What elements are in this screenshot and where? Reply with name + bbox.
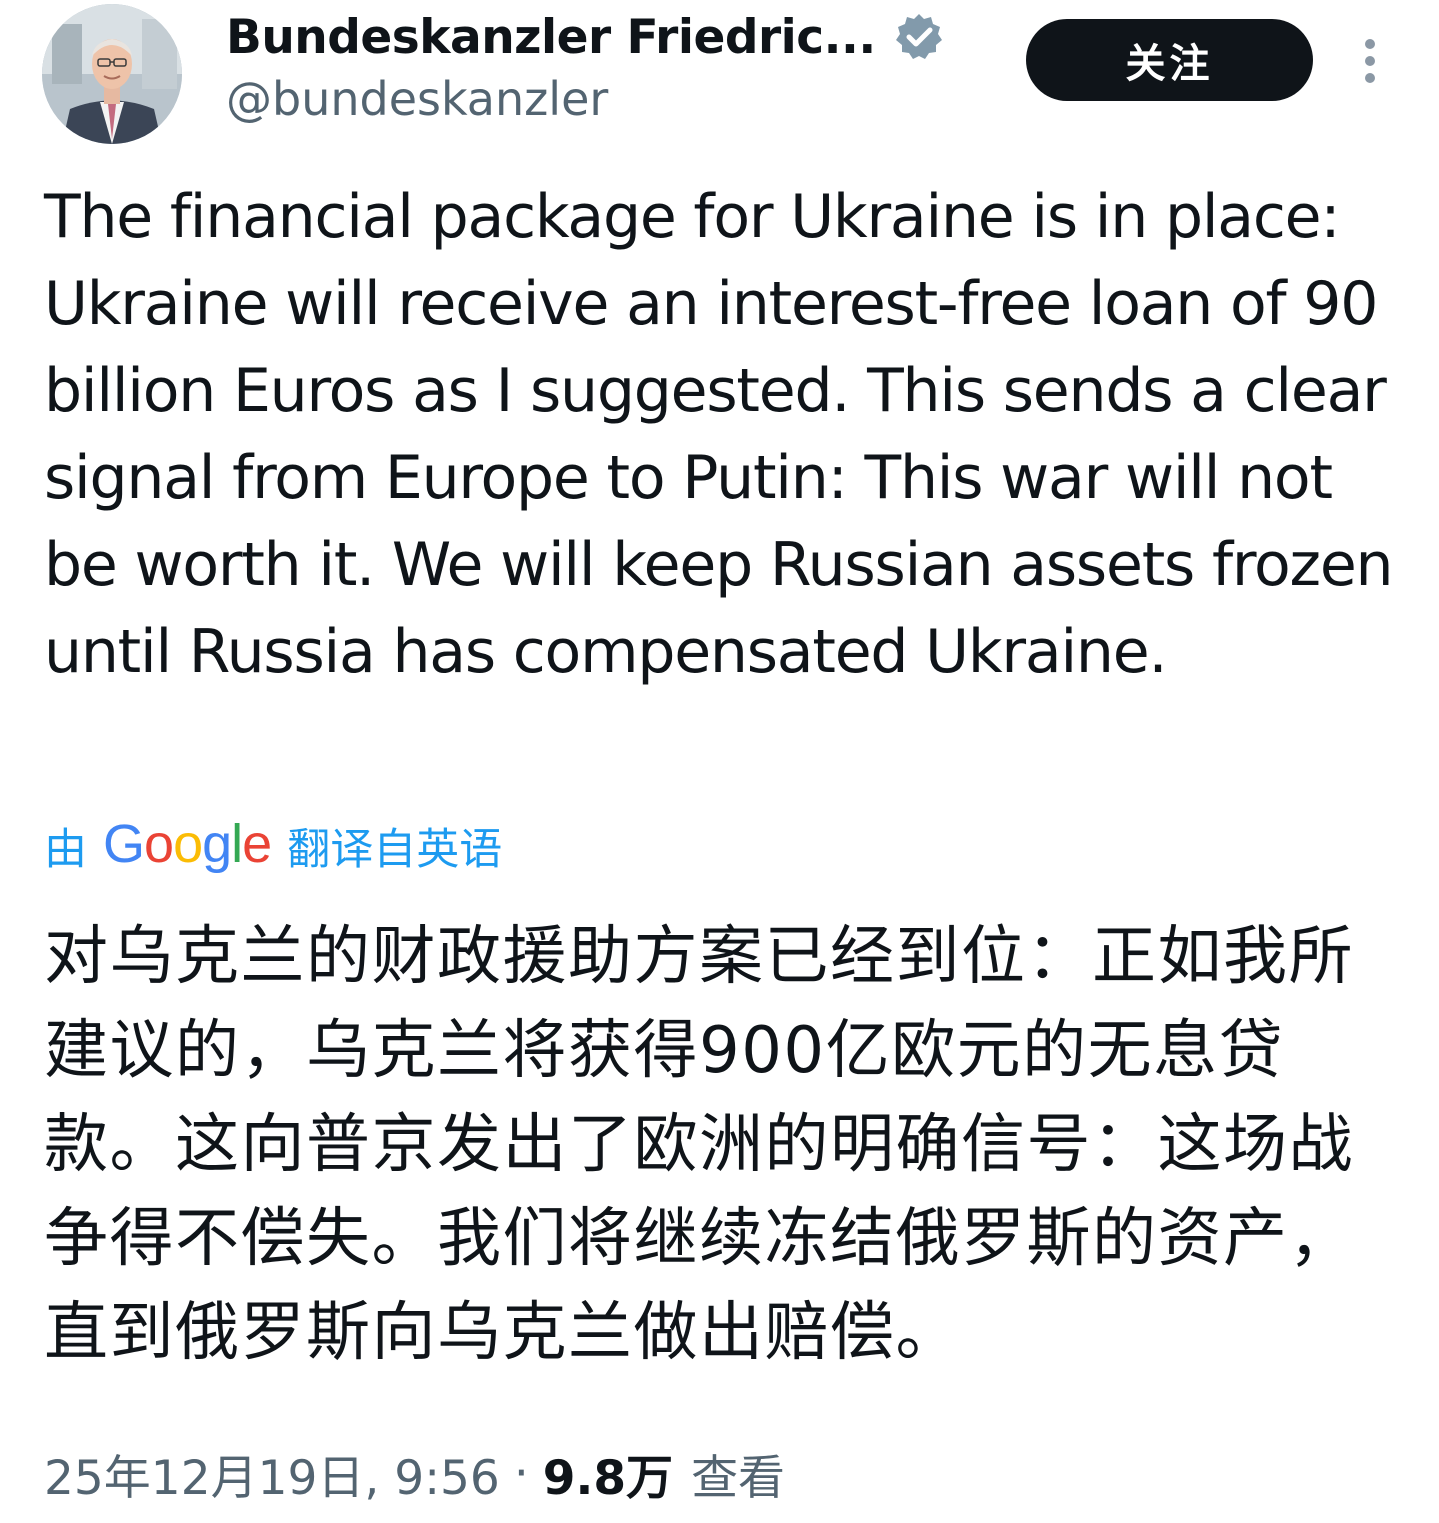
- avatar-photo: [42, 4, 182, 144]
- timestamp[interactable]: 25年12月19日, 9:56: [44, 1439, 500, 1508]
- tweet-header: Bundeskanzler Friedric... @bundeskanzler…: [0, 0, 1439, 160]
- avatar[interactable]: [42, 4, 182, 144]
- tweet-text: The financial package for Ukraine is in …: [44, 182, 1394, 687]
- display-name[interactable]: Bundeskanzler Friedric...: [226, 10, 876, 65]
- translated-text: 对乌克兰的财政援助方案已经到位：正如我所建议的，乌克兰将获得900亿欧元的无息贷…: [44, 920, 1354, 1370]
- meta-separator: ·: [513, 1445, 529, 1501]
- google-logo: Google: [103, 814, 272, 874]
- tweet-meta: 25年12月19日, 9:56 · 9.8万 查看: [44, 1438, 785, 1508]
- views-label: 查看: [691, 1450, 786, 1506]
- translation-prefix: 由: [44, 825, 87, 875]
- translation-attribution[interactable]: 由 Google 翻译自英语: [44, 814, 503, 877]
- translation-suffix: 翻译自英语: [287, 825, 503, 875]
- more-vertical-icon[interactable]: [1354, 36, 1386, 86]
- user-handle[interactable]: @bundeskanzler: [226, 72, 608, 126]
- follow-button[interactable]: 关注: [1026, 19, 1313, 101]
- views-count: 9.8万: [542, 1450, 674, 1506]
- name-row: Bundeskanzler Friedric...: [226, 6, 944, 68]
- verified-badge-icon: [894, 12, 944, 62]
